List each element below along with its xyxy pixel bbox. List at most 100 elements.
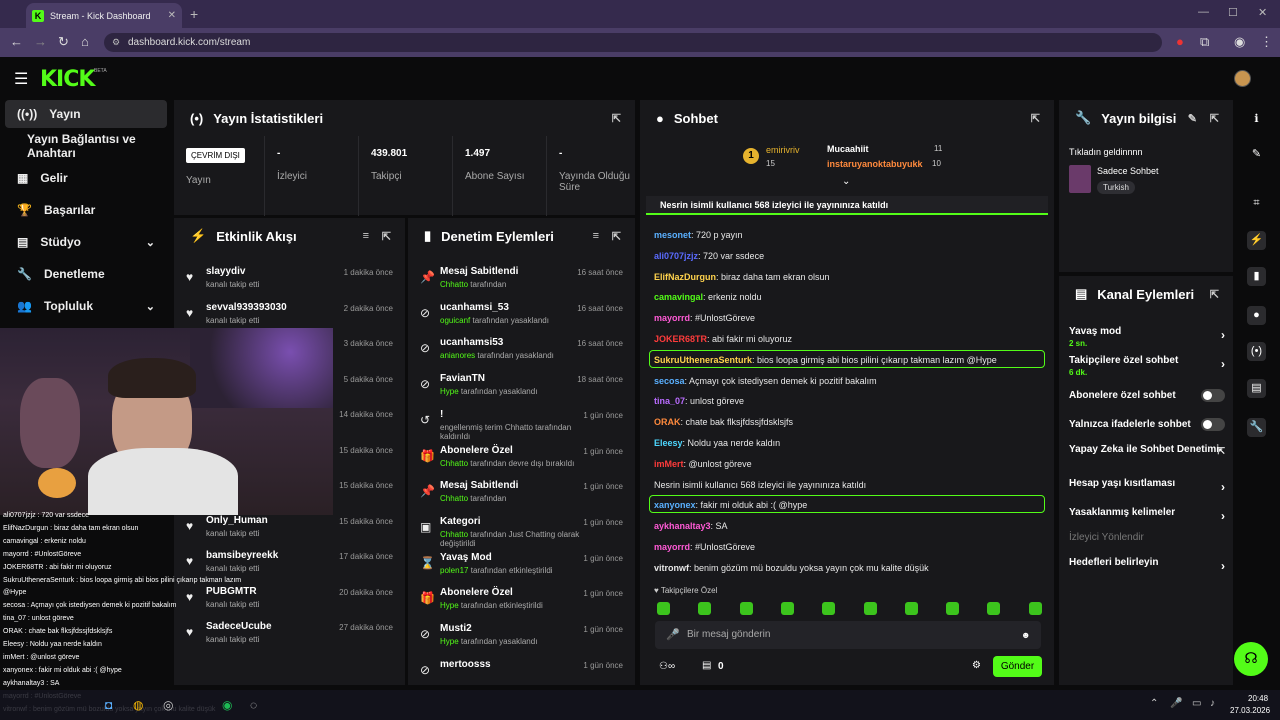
- sidebar-item-achievements[interactable]: 🏆 Başarılar: [5, 196, 167, 224]
- emote-icon[interactable]: [987, 602, 1001, 615]
- toggle-switch[interactable]: [1201, 418, 1225, 431]
- list-item[interactable]: ♥ slayydiv kanalı takip etti 1 dakika önce: [174, 258, 405, 294]
- chat-username[interactable]: vitronwf: [654, 563, 689, 573]
- sidebar-item-stream-key[interactable]: Yayın Bağlantısı ve Anahtarı: [5, 132, 167, 160]
- popout-icon[interactable]: ⇱: [612, 230, 621, 243]
- filter-icon[interactable]: ≡: [363, 230, 369, 242]
- chrome-icon[interactable]: ◍: [133, 698, 143, 712]
- extensions-puzzle-icon[interactable]: ⧉: [1200, 34, 1209, 50]
- crop-icon[interactable]: ⌗: [1247, 194, 1266, 213]
- table-row[interactable]: ⌛ Yavaş Mod polen17 tarafından etkinleştir…: [408, 544, 635, 580]
- follower-name[interactable]: slayydiv: [206, 266, 245, 277]
- browser-tab[interactable]: K Stream - Kick Dashboard ✕: [26, 3, 182, 28]
- popout-icon[interactable]: ⇱: [1031, 112, 1040, 125]
- emote-icon[interactable]: [657, 602, 670, 615]
- volume-icon[interactable]: ♪: [1210, 698, 1215, 709]
- chat-message[interactable]: Eleesy: Noldu yaa nerde kaldın: [654, 438, 780, 448]
- url-field[interactable]: ⚙ dashboard.kick.com/stream: [104, 33, 1162, 52]
- table-row[interactable]: 📌 Mesaj Sabitlendi Chhatto tarafından 16 sa…: [408, 258, 635, 294]
- category-name[interactable]: Sadece Sohbet: [1097, 166, 1159, 176]
- mic-icon[interactable]: 🎤: [1170, 698, 1182, 709]
- chat-message[interactable]: mayorrd: #UnlostGöreve: [654, 313, 755, 323]
- emote-icon[interactable]: [904, 602, 918, 615]
- chat-username[interactable]: mesonet: [654, 230, 691, 240]
- chat-username[interactable]: ElifNazDurgun: [654, 272, 716, 282]
- outlook-icon[interactable]: ◘: [105, 698, 112, 712]
- home-icon[interactable]: ⌂: [81, 34, 89, 49]
- sidebar-item-community[interactable]: 👥 Topluluk ⌄: [5, 292, 167, 320]
- info-icon[interactable]: ℹ: [1247, 110, 1266, 129]
- chat-username[interactable]: mayorrd: [654, 313, 690, 323]
- action-actor[interactable]: Chhatto: [440, 530, 468, 539]
- chat-message[interactable]: secosa: Açmayı çok istediysen demek ki p…: [654, 376, 877, 386]
- popout-icon[interactable]: ⇱: [1210, 112, 1219, 125]
- chat-username[interactable]: ORAK: [654, 417, 681, 427]
- action-actor[interactable]: Chhatto: [440, 494, 468, 503]
- table-row[interactable]: ⊘ ucanhamsi_53 oguicanf tarafından yasakla…: [408, 294, 635, 330]
- monitor-icon[interactable]: ▭: [1192, 698, 1201, 709]
- avatar[interactable]: [1234, 70, 1251, 87]
- chat-message[interactable]: imMert: @unlost göreve: [654, 459, 752, 469]
- sidebar-item-studio[interactable]: ▤ Stüdyo ⌄: [5, 228, 167, 256]
- chevron-right-icon[interactable]: ›: [1221, 509, 1225, 523]
- minimize-icon[interactable]: —: [1198, 6, 1209, 18]
- chevron-right-icon[interactable]: ›: [1221, 328, 1225, 342]
- emote-icon[interactable]: [822, 602, 836, 615]
- table-row[interactable]: 🎁 Abonelere Özel Hype tarafından etkinleşt…: [408, 579, 635, 615]
- obs-icon[interactable]: ◌: [250, 698, 257, 712]
- channel-action-item[interactable]: Yavaş mod 2 sn. ›: [1069, 326, 1225, 348]
- popout-icon[interactable]: ⇱: [382, 230, 391, 243]
- emote-icon[interactable]: [946, 602, 960, 615]
- chat-message[interactable]: ali0707jzjz: 720 var ssdece: [654, 251, 764, 261]
- maximize-icon[interactable]: ☐: [1228, 6, 1238, 19]
- edit-pencil-icon[interactable]: ✎: [1188, 112, 1197, 125]
- action-actor[interactable]: anianores: [440, 351, 475, 360]
- extension-icon[interactable]: ●: [1176, 34, 1184, 49]
- chat-username[interactable]: aykhanaltay3: [654, 521, 711, 531]
- filter-icon[interactable]: ≡: [593, 230, 599, 242]
- list-item[interactable]: ♥ sevval939393030 kanalı takip etti 2 dakik…: [174, 294, 405, 330]
- chat-message[interactable]: Nesrin isimli kullanıcı 568 izleyici ile…: [654, 480, 866, 490]
- chat-username[interactable]: secosa: [654, 376, 685, 386]
- chat-message[interactable]: mayorrd: #UnlostGöreve: [654, 542, 755, 552]
- chevron-right-icon[interactable]: ›: [1221, 480, 1225, 494]
- channel-action-item[interactable]: Takipçilere özel sohbet 6 dk. ›: [1069, 355, 1225, 377]
- emoji-picker-icon[interactable]: ☻: [1021, 630, 1030, 640]
- reload-icon[interactable]: ↻: [58, 34, 69, 50]
- spotify-icon[interactable]: ◉: [222, 698, 232, 712]
- channel-action-item[interactable]: Yasaklanmış kelimeler ›: [1069, 507, 1225, 523]
- action-actor[interactable]: Chhatto: [440, 459, 468, 468]
- follower-name[interactable]: sevval939393030: [206, 302, 287, 313]
- document-icon[interactable]: ▮: [1247, 267, 1266, 286]
- table-row[interactable]: ⊘ Musti2 Hype tarafından yasaklandı 1 gün ö…: [408, 615, 635, 651]
- table-row[interactable]: ⊘ mertoosss 1 gün önce: [408, 651, 635, 685]
- back-icon[interactable]: ←: [10, 34, 23, 49]
- emote-icon[interactable]: [780, 602, 794, 615]
- close-window-icon[interactable]: ✕: [1258, 6, 1267, 19]
- table-row[interactable]: ⊘ ucanhamsi53 anianores tarafından yasakla…: [408, 329, 635, 365]
- broadcast-icon[interactable]: (•): [1247, 342, 1266, 361]
- chat-message[interactable]: camavingal: erkeniz noldu: [654, 292, 762, 302]
- edit-pencil-icon[interactable]: ✎: [1247, 145, 1266, 164]
- chat-username[interactable]: mayorrd: [654, 542, 690, 552]
- chat-message[interactable]: vitronwf: benim gözüm mü bozuldu yoksa y…: [654, 563, 929, 573]
- chat-message[interactable]: mesonet: 720 p yayın: [654, 230, 743, 240]
- action-actor[interactable]: Hype: [440, 601, 459, 610]
- chat-message[interactable]: tina_07: unlost göreve: [654, 396, 744, 406]
- chat-username[interactable]: ali0707jzjz: [654, 251, 698, 261]
- chat-bubble-icon[interactable]: ●: [1247, 306, 1266, 325]
- action-actor[interactable]: polen17: [440, 566, 468, 575]
- browser-menu-icon[interactable]: ⋮: [1260, 34, 1273, 50]
- sidebar-item-moderation[interactable]: 🔧 Denetleme: [5, 260, 167, 288]
- wrench-icon[interactable]: 🔧: [1247, 418, 1266, 437]
- table-row[interactable]: 📌 Mesaj Sabitlendi Chhatto tarafından 1 gün…: [408, 472, 635, 508]
- site-info-icon[interactable]: ⚙: [112, 37, 120, 48]
- chat-username[interactable]: imMert: [654, 459, 684, 469]
- hamburger-menu-icon[interactable]: ☰: [14, 69, 28, 89]
- channel-action-item[interactable]: İzleyici Yönlendir: [1069, 532, 1225, 543]
- collapse-chevron-icon[interactable]: ⌄: [842, 176, 850, 187]
- chevron-up-icon[interactable]: ⌃: [1150, 698, 1158, 709]
- close-tab-icon[interactable]: ✕: [168, 10, 176, 21]
- steam-icon[interactable]: ◎: [163, 698, 173, 712]
- chat-username[interactable]: JOKER68TR: [654, 334, 707, 344]
